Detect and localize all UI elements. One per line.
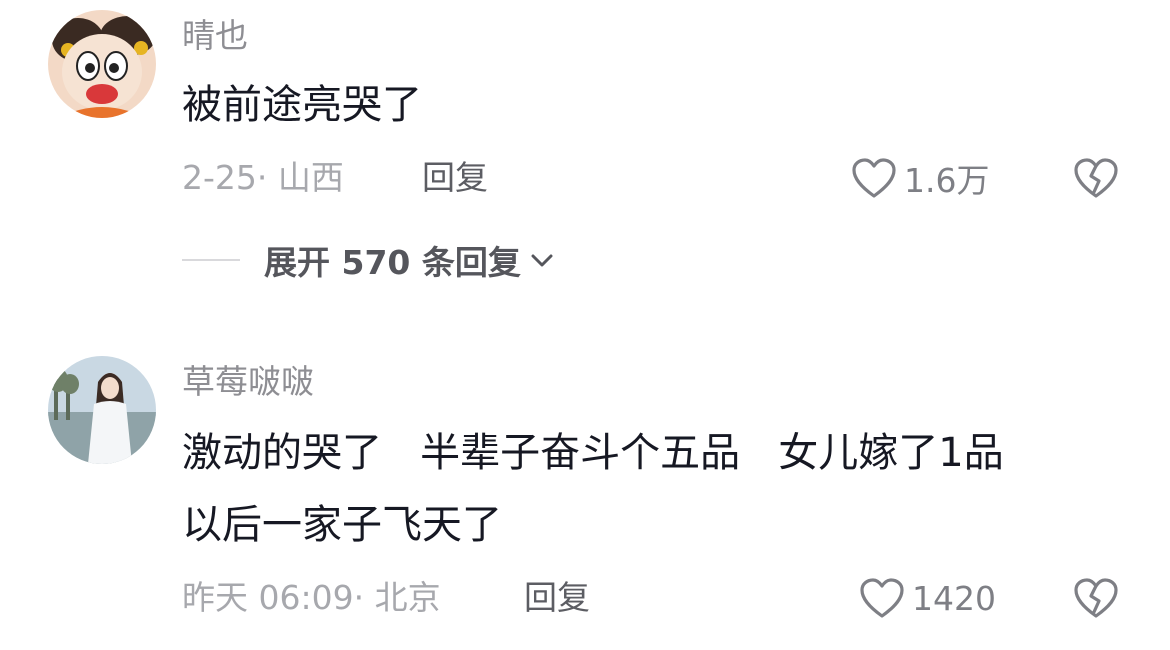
expand-replies-label: 展开 570 条回复 bbox=[264, 243, 521, 282]
like-button[interactable]: 1420 bbox=[858, 576, 996, 620]
username[interactable]: 晴也 bbox=[182, 16, 248, 56]
like-button[interactable]: 1.6万 bbox=[850, 156, 989, 200]
like-count: 1.6万 bbox=[904, 161, 990, 200]
heart-outline-icon bbox=[852, 158, 896, 198]
avatar[interactable] bbox=[48, 356, 156, 464]
divider-line bbox=[182, 259, 240, 261]
comment-meta: 昨天 06:09· 北京 bbox=[182, 578, 441, 617]
dislike-button[interactable] bbox=[1072, 576, 1120, 620]
dislike-button[interactable] bbox=[1072, 156, 1120, 200]
reply-button[interactable]: 回复 bbox=[422, 158, 488, 198]
comment-text-line: 激动的哭了 半辈子奋斗个五品 女儿嫁了1品 bbox=[182, 430, 1004, 476]
avatar[interactable] bbox=[48, 10, 156, 118]
expand-replies-button[interactable]: 展开 570 条回复 bbox=[182, 238, 555, 282]
like-count: 1420 bbox=[912, 578, 996, 618]
heart-outline-icon bbox=[860, 578, 904, 618]
comment-text-line: 以后一家子飞天了 bbox=[182, 502, 502, 548]
reply-button[interactable]: 回复 bbox=[524, 578, 590, 618]
broken-heart-icon bbox=[1074, 578, 1118, 618]
chevron-down-icon bbox=[531, 254, 553, 267]
username[interactable]: 草莓啵啵 bbox=[182, 362, 314, 402]
comment-meta: 2-25· 山西 bbox=[182, 158, 344, 197]
broken-heart-icon bbox=[1074, 158, 1118, 198]
comment-text-line: 被前途亮哭了 bbox=[182, 82, 422, 128]
